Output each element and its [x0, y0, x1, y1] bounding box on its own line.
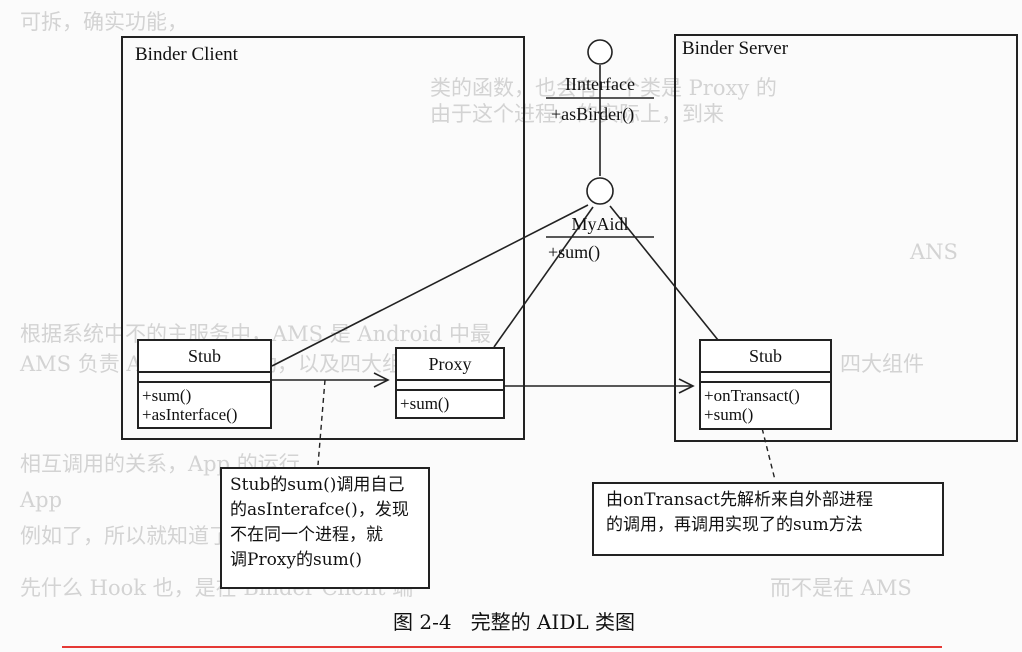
- attribute-compartment: [139, 373, 270, 383]
- method-compartment: +onTransact() +sum(): [701, 383, 830, 427]
- client-note-anchor: [317, 379, 326, 466]
- attribute-compartment: [701, 373, 830, 383]
- method-sum: +sum(): [142, 386, 192, 405]
- myaidl-lollipop: [586, 177, 614, 205]
- class-name: Stub: [701, 341, 830, 373]
- client-note: Stub的sum()调用自己 的asInterafce()，发现 不在同一个进程…: [220, 467, 430, 589]
- note-line: Stub的sum()调用自己: [230, 475, 405, 495]
- method-sum: +sum(): [704, 405, 754, 424]
- figure-caption: 图 2-4 完整的 AIDL 类图: [393, 610, 636, 634]
- class-name: Stub: [139, 341, 270, 373]
- note-line: 的调用，再调用实现了的sum方法: [606, 515, 863, 535]
- myaidl-name: MyAidl: [571, 214, 629, 234]
- red-rule: [62, 646, 942, 648]
- stub-to-myaidl-line: [271, 204, 589, 367]
- proxy-class: Proxy +sum(): [395, 347, 505, 419]
- method-ontransact: +onTransact(): [704, 386, 800, 405]
- attribute-compartment: [397, 381, 503, 391]
- server-note: 由onTransact先解析来自外部进程 的调用，再调用实现了的sum方法: [592, 482, 944, 556]
- client-stub-class: Stub +sum() +asInterface(): [137, 339, 272, 429]
- note-line: 不在同一个进程，就: [230, 525, 383, 545]
- class-name: Proxy: [397, 349, 503, 381]
- iinterface-lollipop: [587, 39, 613, 65]
- note-line: 的asInterafce()，发现: [230, 500, 409, 520]
- note-line: 调Proxy的sum(): [230, 550, 363, 570]
- note-line: 由onTransact先解析来自外部进程: [606, 490, 873, 510]
- method-compartment: +sum() +asInterface(): [139, 383, 270, 427]
- iinterface-name: IInterface: [565, 74, 635, 94]
- myaidl-method: +sum(): [548, 242, 601, 262]
- method-asinterface: +asInterface(): [142, 405, 238, 424]
- iinterface-method: +asBirder(): [551, 104, 635, 124]
- method-sum: +sum(): [400, 394, 450, 413]
- server-stub-class: Stub +onTransact() +sum(): [699, 339, 832, 430]
- method-compartment: +sum(): [397, 391, 503, 416]
